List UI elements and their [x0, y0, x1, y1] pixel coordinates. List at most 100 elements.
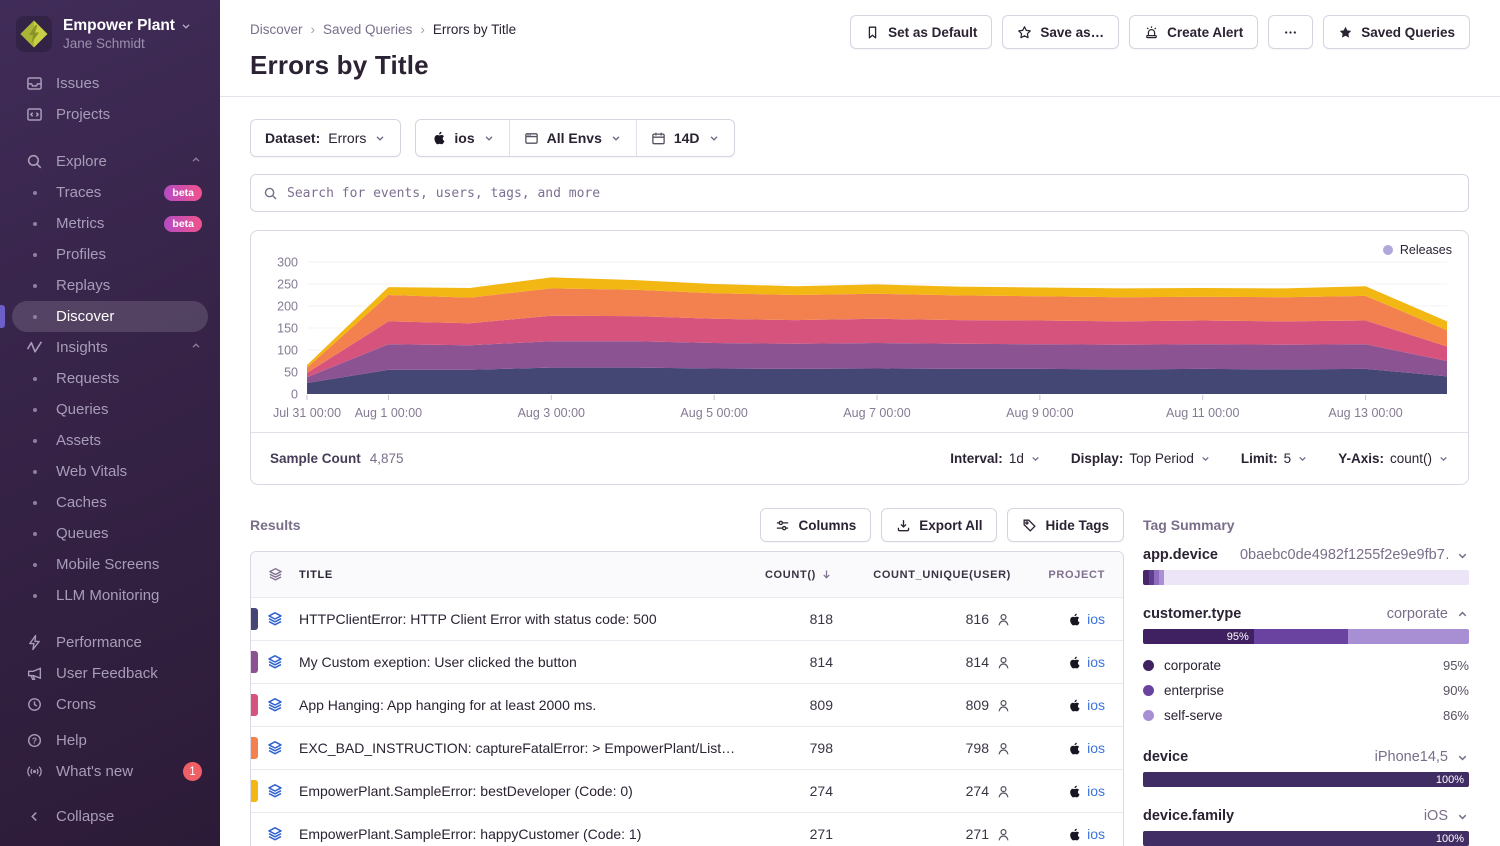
- sidebar-item-user-feedback[interactable]: User Feedback: [12, 658, 208, 689]
- export-icon: [896, 518, 911, 533]
- limit-select[interactable]: Limit:5: [1241, 451, 1308, 466]
- empower-plant-logo: [16, 16, 52, 52]
- sidebar-item-discover[interactable]: Discover: [12, 301, 208, 332]
- hide-tags-button[interactable]: Hide Tags: [1007, 508, 1124, 542]
- breadcrumb-current: Errors by Title: [433, 22, 516, 37]
- sidebar-item-what-s-new[interactable]: What's new1: [12, 756, 208, 787]
- environment-filter[interactable]: All Envs: [509, 120, 636, 156]
- table-row[interactable]: App Hanging: App hanging for at least 20…: [251, 683, 1123, 726]
- tag-value-row[interactable]: corporate95%: [1143, 653, 1469, 678]
- yaxis-select[interactable]: Y-Axis:count(): [1338, 451, 1449, 466]
- sidebar-item-crons[interactable]: Crons: [12, 689, 208, 720]
- sidebar-item-issues[interactable]: Issues: [12, 68, 208, 99]
- tag-value-dot-icon: [1143, 710, 1154, 721]
- sidebar-item-queries[interactable]: Queries: [12, 394, 208, 425]
- export-all-button[interactable]: Export All: [881, 508, 997, 542]
- sidebar-item-replays[interactable]: Replays: [12, 270, 208, 301]
- column-count[interactable]: COUNT(): [738, 568, 833, 581]
- sidebar-collapse-button[interactable]: Collapse: [12, 801, 208, 832]
- table-row[interactable]: EmpowerPlant.SampleError: happyCustomer …: [251, 812, 1123, 846]
- chevron-down-icon: [1456, 810, 1469, 823]
- bullet-icon: [33, 253, 37, 257]
- display-select[interactable]: Display:Top Period: [1071, 451, 1211, 466]
- tag-section-header[interactable]: app.device0baebc0de4982f1255f2e9e9fb7…: [1143, 547, 1469, 563]
- project-link[interactable]: ios: [1087, 654, 1105, 670]
- sidebar-item-traces[interactable]: Tracesbeta: [12, 177, 208, 208]
- tag-value-row[interactable]: self-serve86%: [1143, 703, 1469, 728]
- user-icon: [996, 612, 1011, 627]
- svg-text:100: 100: [277, 344, 298, 358]
- sidebar-item-performance[interactable]: Performance: [12, 627, 208, 658]
- sidebar-item-help[interactable]: ?Help: [12, 725, 208, 756]
- set-as-default-button[interactable]: Set as Default: [850, 15, 992, 49]
- project-link[interactable]: ios: [1087, 826, 1105, 842]
- count-unique-value: 816: [833, 611, 1011, 627]
- sidebar-item-assets[interactable]: Assets: [12, 425, 208, 456]
- error-title[interactable]: EXC_BAD_INSTRUCTION: captureFatalError: …: [299, 740, 738, 756]
- table-row[interactable]: HTTPClientError: HTTP Client Error with …: [251, 597, 1123, 640]
- tag-distribution-bar[interactable]: 95%: [1143, 629, 1469, 644]
- table-row[interactable]: EXC_BAD_INSTRUCTION: captureFatalError: …: [251, 726, 1123, 769]
- table-row[interactable]: EmpowerPlant.SampleError: bestDeveloper …: [251, 769, 1123, 812]
- error-title[interactable]: EmpowerPlant.SampleError: bestDeveloper …: [299, 783, 738, 799]
- sidebar-item-profiles[interactable]: Profiles: [12, 239, 208, 270]
- sidebar-item-caches[interactable]: Caches: [12, 487, 208, 518]
- sidebar-item-projects[interactable]: Projects: [12, 99, 208, 130]
- project-link[interactable]: ios: [1087, 783, 1105, 799]
- error-title[interactable]: App Hanging: App hanging for at least 20…: [299, 697, 738, 713]
- table-row[interactable]: My Custom exeption: User clicked the but…: [251, 640, 1123, 683]
- sidebar-item-queues[interactable]: Queues: [12, 518, 208, 549]
- tag-distribution-bar[interactable]: [1143, 570, 1469, 585]
- tag-distribution-bar[interactable]: 100%: [1143, 831, 1469, 846]
- column-count-unique-user[interactable]: COUNT_UNIQUE(USER): [833, 569, 1011, 581]
- sidebar-item-mobile-screens[interactable]: Mobile Screens: [12, 549, 208, 580]
- error-title[interactable]: EmpowerPlant.SampleError: happyCustomer …: [299, 826, 738, 842]
- user-icon: [996, 698, 1011, 713]
- save-as-button[interactable]: Save as…: [1002, 15, 1119, 49]
- tag-section-header[interactable]: customer.typecorporate: [1143, 606, 1469, 622]
- tag-section-header[interactable]: deviceiPhone14,5: [1143, 749, 1469, 765]
- ellipsis-icon: [1283, 25, 1298, 40]
- error-title[interactable]: My Custom exeption: User clicked the but…: [299, 654, 738, 670]
- chevron-down-icon: [1200, 453, 1211, 464]
- tag-icon: [1022, 518, 1037, 533]
- project-link[interactable]: ios: [1087, 697, 1105, 713]
- columns-button[interactable]: Columns: [760, 508, 871, 542]
- error-title[interactable]: HTTPClientError: HTTP Client Error with …: [299, 611, 738, 627]
- search-input[interactable]: [287, 186, 1456, 201]
- chart-legend-releases[interactable]: Releases: [1383, 243, 1452, 257]
- create-alert-button[interactable]: Create Alert: [1129, 15, 1258, 49]
- sidebar-section-insights[interactable]: Insights: [12, 332, 208, 363]
- dataset-filter[interactable]: Dataset: Errors: [250, 119, 401, 157]
- errors-stacked-area-chart: 050100150200250300Jul 31 00:00Aug 1 00:0…: [251, 231, 1468, 432]
- chevron-down-icon: [708, 132, 720, 144]
- window-icon: [524, 131, 539, 146]
- column-title[interactable]: TITLE: [299, 569, 738, 581]
- column-project[interactable]: PROJECT: [1011, 569, 1123, 581]
- count-unique-value: 798: [833, 740, 1011, 756]
- date-range-filter[interactable]: 14D: [636, 120, 734, 156]
- saved-queries-button[interactable]: Saved Queries: [1323, 15, 1470, 49]
- tag-value-percent: 86%: [1443, 708, 1469, 723]
- star-icon: [1017, 25, 1032, 40]
- project-filter[interactable]: ios: [416, 120, 508, 156]
- sidebar-item-llm-monitoring[interactable]: LLM Monitoring: [12, 580, 208, 611]
- more-options-button[interactable]: [1268, 15, 1313, 49]
- sidebar-section-explore[interactable]: Explore: [12, 146, 208, 177]
- bookmark-icon: [865, 25, 880, 40]
- project-link[interactable]: ios: [1087, 740, 1105, 756]
- chevron-down-icon: [483, 132, 495, 144]
- sidebar-item-requests[interactable]: Requests: [12, 363, 208, 394]
- org-switcher[interactable]: Empower Plant Jane Schmidt: [0, 14, 220, 68]
- project-link[interactable]: ios: [1087, 611, 1105, 627]
- tag-distribution-bar[interactable]: 100%: [1143, 772, 1469, 787]
- interval-select[interactable]: Interval:1d: [950, 451, 1041, 466]
- sidebar-item-metrics[interactable]: Metricsbeta: [12, 208, 208, 239]
- tag-section-header[interactable]: device.familyiOS: [1143, 808, 1469, 824]
- breadcrumb-link[interactable]: Discover: [250, 22, 303, 37]
- bullet-icon: [33, 222, 37, 226]
- breadcrumb-link[interactable]: Saved Queries: [323, 22, 412, 37]
- sidebar-item-web-vitals[interactable]: Web Vitals: [12, 456, 208, 487]
- layers-icon: [267, 740, 283, 756]
- tag-value-row[interactable]: enterprise90%: [1143, 678, 1469, 703]
